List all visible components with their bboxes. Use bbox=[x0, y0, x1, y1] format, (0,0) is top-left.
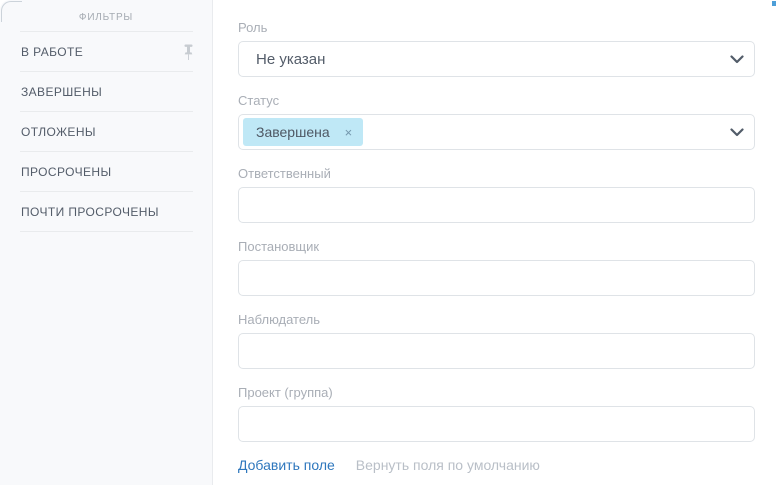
originator-input[interactable] bbox=[238, 260, 755, 296]
field-observer: Наблюдатель bbox=[238, 311, 755, 369]
sidebar-item-almost-overdue[interactable]: ПОЧТИ ПРОСРОЧЕНЫ bbox=[0, 192, 212, 232]
status-tag: Завершена × bbox=[243, 118, 364, 146]
sidebar-item-completed[interactable]: ЗАВЕРШЕНЫ bbox=[0, 72, 212, 112]
field-originator: Постановщик bbox=[238, 238, 755, 296]
field-label: Наблюдатель bbox=[238, 312, 321, 327]
field-label: Роль bbox=[238, 20, 268, 35]
filters-header: ФИЛЬТРЫ bbox=[0, 0, 212, 32]
add-field-link[interactable]: Добавить поле bbox=[238, 457, 335, 473]
responsible-input[interactable] bbox=[238, 187, 755, 223]
sidebar-item-label: ПОЧТИ ПРОСРОЧЕНЫ bbox=[21, 205, 159, 219]
chevron-down-icon bbox=[730, 42, 744, 76]
field-role: Роль Не указан bbox=[238, 19, 755, 77]
status-tag-label: Завершена bbox=[256, 124, 330, 140]
cropped-icon bbox=[772, 1, 776, 6]
field-label: Статус bbox=[238, 93, 280, 108]
sidebar-item-in-progress[interactable]: В РАБОТЕ bbox=[0, 32, 212, 72]
reset-fields-link[interactable]: Вернуть поля по умолчанию bbox=[356, 457, 540, 473]
field-label: Проект (группа) bbox=[238, 385, 333, 400]
project-group-input[interactable] bbox=[238, 406, 755, 442]
role-select-value: Не указан bbox=[256, 50, 326, 68]
role-select[interactable]: Не указан bbox=[238, 41, 755, 77]
sidebar-item-label: В РАБОТЕ bbox=[21, 45, 84, 59]
sidebar-item-label: ПРОСРОЧЕНЫ bbox=[21, 165, 112, 179]
field-label: Постановщик bbox=[238, 239, 320, 254]
fields-actions-row: Добавить поле Вернуть поля по умолчанию bbox=[238, 457, 755, 473]
filter-fields-panel: Роль Не указан Статус Завершена × Ответс… bbox=[214, 0, 776, 485]
chevron-down-icon bbox=[730, 115, 744, 149]
observer-input[interactable] bbox=[238, 333, 755, 369]
field-label: Ответственный bbox=[238, 166, 331, 181]
sidebar-item-label: ЗАВЕРШЕНЫ bbox=[21, 85, 103, 99]
field-status: Статус Завершена × bbox=[238, 92, 755, 150]
sidebar-item-label: ОТЛОЖЕНЫ bbox=[21, 125, 96, 139]
filters-sidebar: ФИЛЬТРЫ В РАБОТЕ ЗАВЕРШЕНЫ ОТЛОЖЕНЫ ПРОС… bbox=[0, 0, 213, 485]
status-select[interactable]: Завершена × bbox=[238, 114, 755, 150]
pin-icon[interactable] bbox=[183, 44, 194, 61]
close-icon[interactable]: × bbox=[345, 126, 353, 139]
sidebar-item-overdue[interactable]: ПРОСРОЧЕНЫ bbox=[0, 152, 212, 192]
field-responsible: Ответственный bbox=[238, 165, 755, 223]
sidebar-item-deferred[interactable]: ОТЛОЖЕНЫ bbox=[0, 112, 212, 152]
filters-header-label: ФИЛЬТРЫ bbox=[78, 12, 134, 23]
field-project-group: Проект (группа) bbox=[238, 384, 755, 442]
